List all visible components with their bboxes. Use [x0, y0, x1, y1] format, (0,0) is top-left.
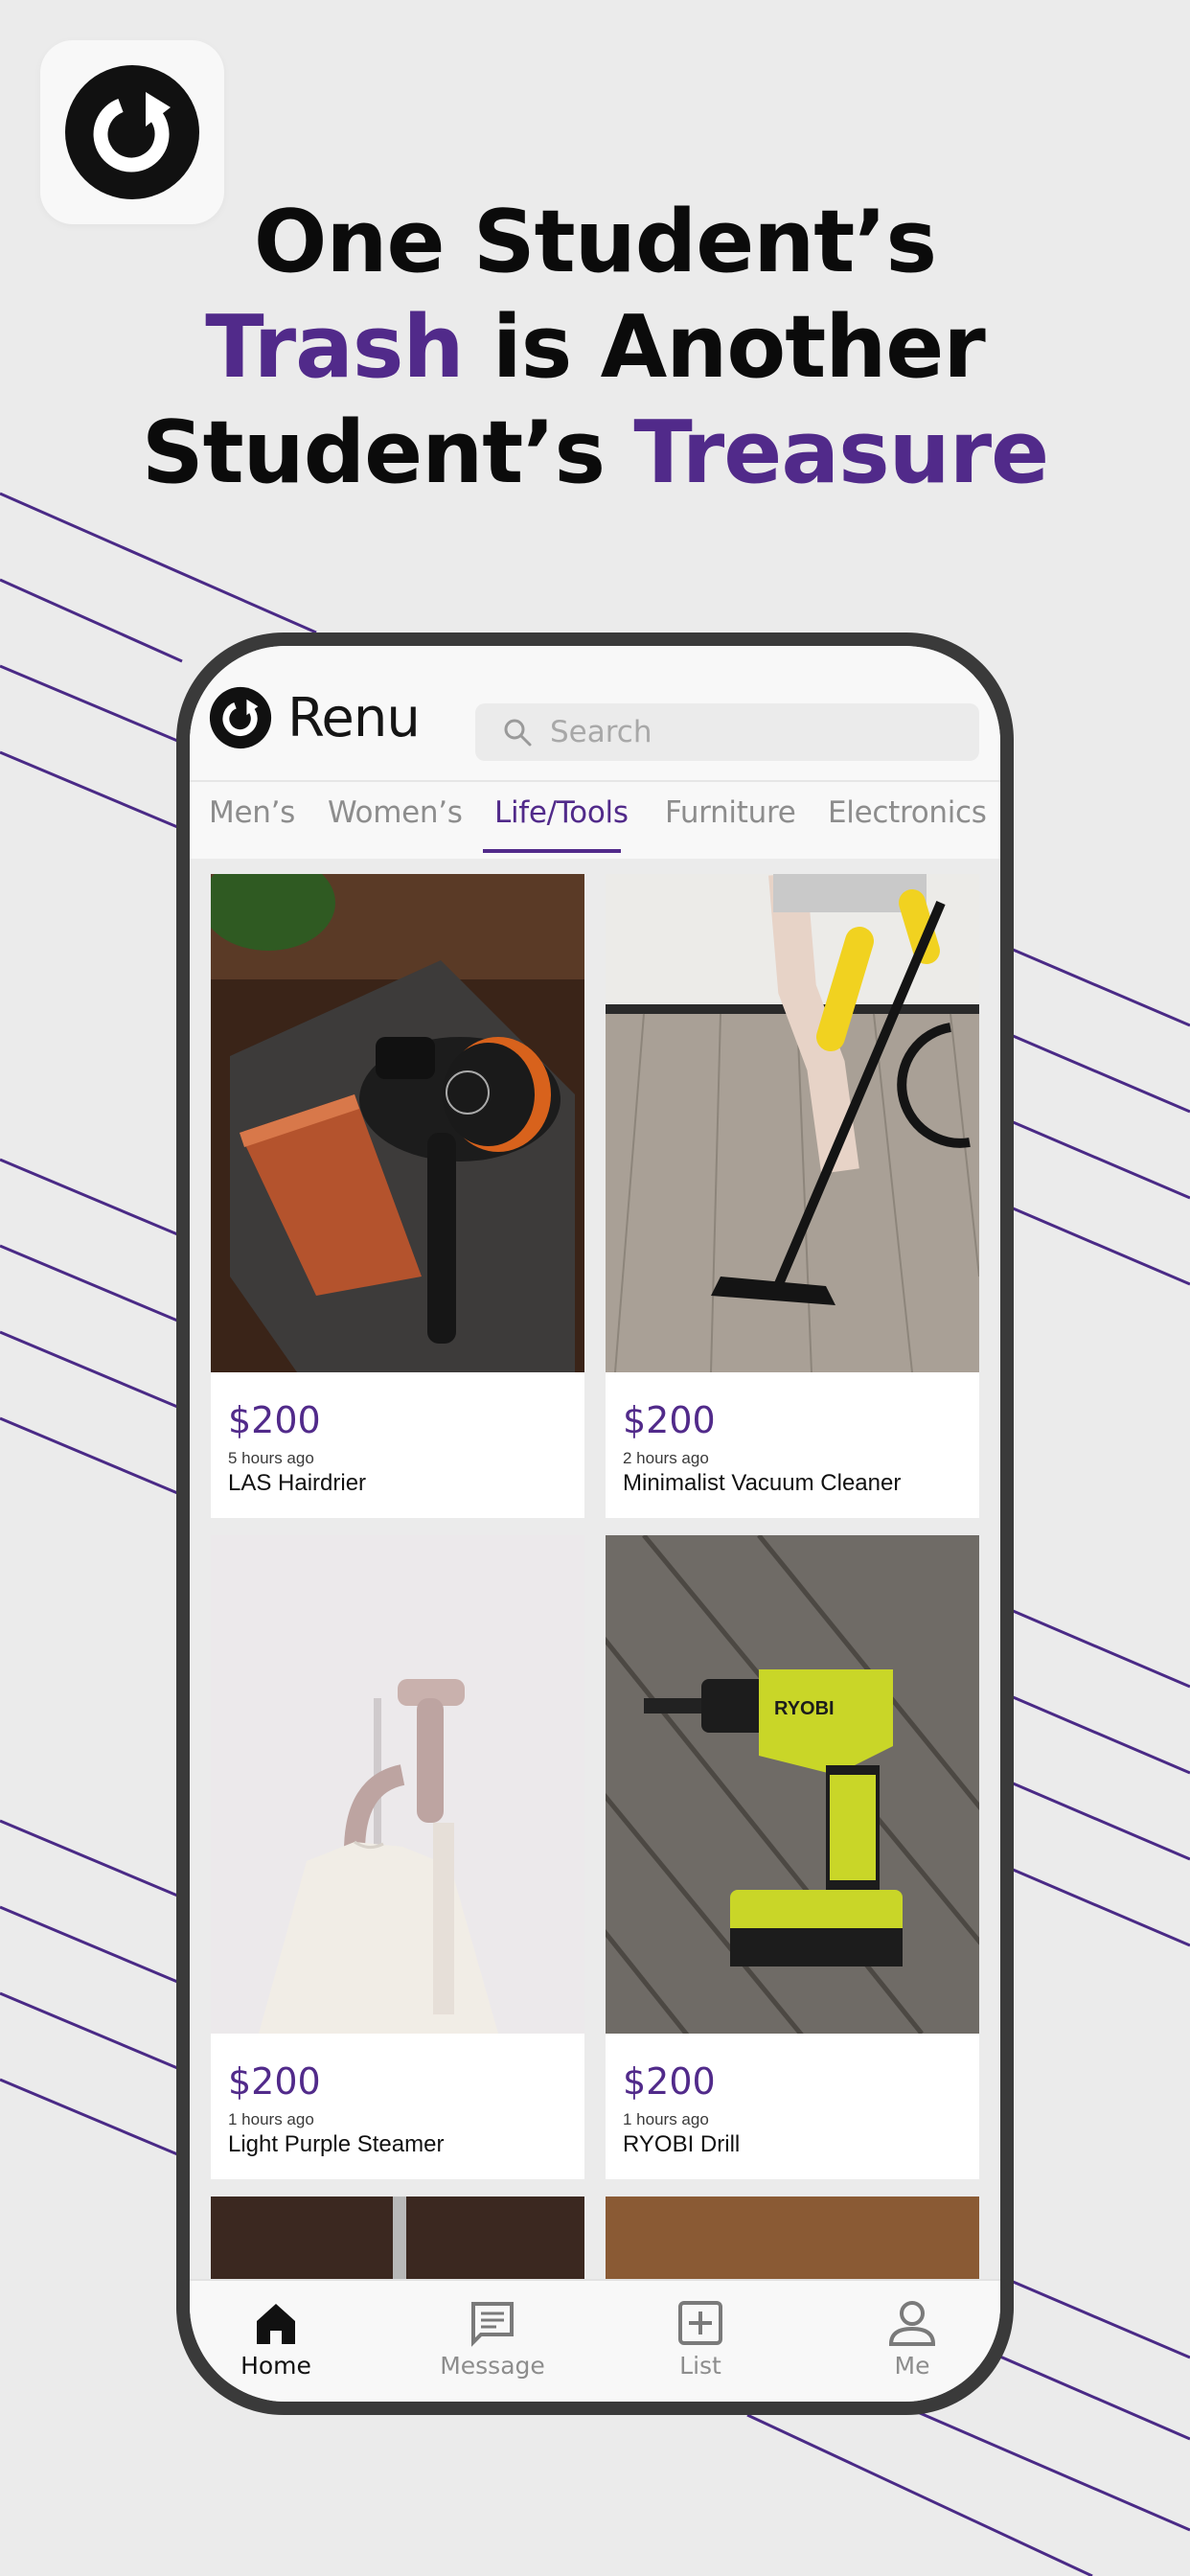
tab-furniture[interactable]: Furniture: [665, 795, 796, 830]
headline: One Student’s Trash is Another Student’s…: [0, 190, 1190, 506]
listing-photo-hairdrier: [211, 874, 584, 1372]
app-bar: Renu Search: [190, 646, 1000, 780]
nav-me-label: Me: [894, 2352, 930, 2380]
listing-time: 1 hours ago: [228, 2110, 314, 2128]
search-input[interactable]: Search: [475, 703, 979, 761]
listing-card[interactable]: $200 5 hours ago LAS Hairdrier: [211, 874, 584, 1518]
listing-card[interactable]: $200 1 hours ago Light Purple Steamer: [211, 1535, 584, 2179]
headline-line-2: Trash is Another: [0, 295, 1190, 401]
search-icon: [504, 719, 532, 747]
tab-mens[interactable]: Men’s: [209, 795, 295, 830]
brand[interactable]: Renu: [209, 684, 421, 751]
message-icon: [471, 2302, 514, 2347]
listing-photo-steamer: [211, 1535, 584, 2034]
category-tabs: Men’s Women’s Life/Tools Furniture Elect…: [190, 780, 1000, 859]
home-icon: [257, 2304, 295, 2344]
nav-list-label: List: [679, 2352, 721, 2380]
app-name: Renu: [287, 686, 421, 749]
listing-time: 5 hours ago: [228, 1449, 314, 1467]
search-placeholder: Search: [550, 715, 652, 749]
nav-home[interactable]: Home: [199, 2298, 353, 2380]
headline-line-3: Student’s Treasure: [0, 401, 1190, 506]
bottom-navigation: Home Message List Me: [190, 2279, 1000, 2402]
phone-mockup: Renu Search Men’s Women’s Life/Tools Fur…: [176, 632, 1014, 2415]
phone-screen: Renu Search Men’s Women’s Life/Tools Fur…: [190, 646, 1000, 2402]
listing-price: $200: [228, 1399, 321, 1441]
headline-accent-trash: Trash: [205, 297, 464, 398]
listing-price: $200: [228, 2060, 321, 2103]
listing-price: $200: [623, 2060, 716, 2103]
renew-arrow-icon: [65, 65, 199, 199]
listing-title: RYOBI Drill: [623, 2131, 741, 2157]
listing-photo-drill: RYOBI: [606, 1535, 979, 2034]
listing-title: Minimalist Vacuum Cleaner: [623, 1470, 902, 1496]
drill-brand-label: RYOBI: [774, 1698, 835, 1719]
nav-list[interactable]: List: [624, 2298, 777, 2380]
listing-time: 1 hours ago: [623, 2110, 709, 2128]
nav-message[interactable]: Message: [416, 2298, 569, 2380]
tab-electronics[interactable]: Electronics: [828, 795, 987, 830]
profile-icon: [888, 2301, 936, 2346]
listing-photo-partial: [393, 2196, 406, 2292]
tab-life-tools[interactable]: Life/Tools: [494, 795, 629, 830]
headline-line-3-start: Student’s: [141, 402, 634, 503]
listing-card[interactable]: RYOBI $200 1 hours ago RYOBI Drill: [606, 1535, 979, 2179]
headline-accent-treasure: Treasure: [633, 402, 1049, 503]
listing-card-partial[interactable]: [211, 2196, 584, 2292]
listing-time: 2 hours ago: [623, 1449, 709, 1467]
listing-price: $200: [623, 1399, 716, 1441]
listing-title: LAS Hairdrier: [228, 1470, 367, 1496]
nav-home-label: Home: [240, 2352, 311, 2380]
nav-me[interactable]: Me: [835, 2298, 989, 2380]
add-listing-icon: [678, 2301, 722, 2345]
tab-womens[interactable]: Women’s: [328, 795, 463, 830]
active-tab-indicator: [483, 849, 621, 853]
renew-arrow-icon: [209, 686, 272, 749]
headline-line-2-rest: is Another: [463, 297, 986, 398]
headline-line-1: One Student’s: [253, 192, 937, 292]
listing-card[interactable]: $200 2 hours ago Minimalist Vacuum Clean…: [606, 874, 979, 1518]
listing-title: Light Purple Steamer: [228, 2131, 445, 2157]
listing-card-partial[interactable]: [606, 2196, 979, 2292]
listing-photo-vacuum: [606, 874, 979, 1372]
nav-message-label: Message: [440, 2352, 545, 2380]
